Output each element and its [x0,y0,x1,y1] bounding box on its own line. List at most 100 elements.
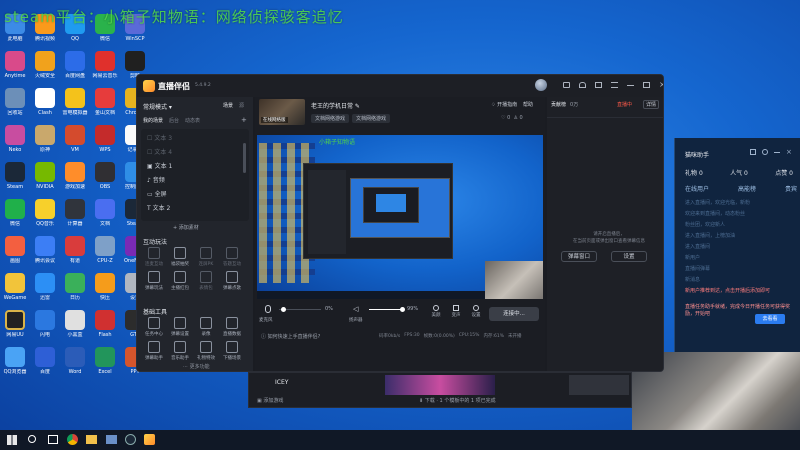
search-icon[interactable] [28,435,36,443]
subtab-my-scenes[interactable]: 我的场景 [143,117,163,124]
desktop-icon[interactable]: 日历 [60,273,90,309]
settings-button[interactable]: 设置 [469,303,483,318]
scene-item[interactable]: ♪ 音频 [147,175,165,184]
tips-ticker[interactable]: ⓘ 如何快速上手直播伴侣? [261,333,320,340]
interact-item[interactable]: 弹幕玩法 [143,271,165,291]
close-icon[interactable]: × [786,149,792,156]
interact-item[interactable]: 连屏PK [195,247,217,267]
tool-item[interactable]: 礼物特效 [195,341,217,361]
speaker-slider[interactable] [369,307,405,312]
interact-item[interactable]: 弹幕点歌 [221,271,243,291]
scene-item[interactable]: ☐ 文本 3 [147,133,172,142]
interact-item[interactable]: 表情包 [195,271,217,291]
desktop-icon[interactable]: QQ浏览器 [0,347,30,383]
help-link[interactable]: 帮助 [523,101,533,108]
start-live-button[interactable]: 连接中... [489,307,539,321]
desktop-icon[interactable]: QQ音乐 [30,199,60,235]
desktop-icon[interactable]: 百度 [30,347,60,383]
mode-selector[interactable]: 常规模式 ▾ [143,102,172,111]
game-cover[interactable] [385,375,495,395]
more-features-link[interactable]: ⋯ 更多功能 [183,363,210,370]
minimize-icon[interactable] [774,152,780,153]
desktop-icon[interactable]: 雷电模拟器 [60,88,90,124]
desktop-icon[interactable]: Steam [0,162,30,198]
store-icon[interactable] [106,435,117,444]
interact-item[interactable]: 答题互动 [221,247,243,267]
message-icon[interactable] [563,82,570,88]
desktop-icon[interactable]: 快压 [90,273,120,309]
minimize-icon[interactable] [627,82,634,86]
desktop-icon[interactable]: 网易云音乐 [90,51,120,87]
desktop-icon[interactable]: 金山文档 [90,88,120,124]
desktop-icon[interactable]: Clash [30,88,60,124]
voice-change-button[interactable]: 变声 [449,303,463,318]
skin-icon[interactable] [595,82,602,88]
add-material-button[interactable]: + 添加素材 [173,224,199,231]
interact-item[interactable]: 连麦互动 [143,247,165,267]
start-icon[interactable] [7,435,17,445]
danmaku-settings-button[interactable]: 设置 [611,251,647,262]
scene-item[interactable]: ▭ 全屏 [147,189,167,198]
maximize-icon[interactable] [643,82,650,88]
desktop-icon[interactable]: 游戏加速 [60,162,90,198]
subtab-background[interactable]: 后台 [169,117,179,124]
desktop-icon[interactable]: Word [60,347,90,383]
desktop-icon[interactable]: OBS [90,162,120,198]
tab-online-users[interactable]: 在线用户 [685,184,709,193]
tab-sources[interactable]: 源 [239,102,244,109]
tool-item[interactable]: 直播数据 [221,317,243,337]
desktop-icon[interactable]: Anytime [0,51,30,87]
explorer-icon[interactable] [86,435,97,444]
task-view-icon[interactable] [48,435,58,444]
microphone-icon[interactable] [265,305,271,313]
preview-canvas[interactable]: 小箱子知物语 [257,135,543,299]
desktop-icon[interactable]: 原神 [30,125,60,161]
go-see-button[interactable]: 去看看 [755,314,785,324]
desktop-icon[interactable]: 闪电 [30,310,60,346]
stream-title[interactable]: 老王的学机日常 ✎ [311,101,360,110]
interact-item[interactable]: 主播红包 [169,271,191,291]
tool-item[interactable]: 弹幕设置 [169,317,191,337]
settings-icon[interactable] [762,149,768,155]
scene-scrollbar[interactable] [243,143,246,173]
mic-slider[interactable] [279,307,321,312]
game-thumb-right[interactable] [569,375,629,395]
desktop-icon[interactable]: 百度网盘 [60,51,90,87]
desktop-icon[interactable]: NVIDIA [30,162,60,198]
add-game-link[interactable]: ▣ 添加游戏 [257,397,283,404]
subtab-dynamic[interactable]: 动态表 [185,117,200,124]
scene-item[interactable]: ▣ 文本 1 [147,161,172,170]
desktop-icon[interactable]: 微信 [0,199,30,235]
tab-scenes[interactable]: 场景 [223,102,233,109]
tab-vip[interactable]: 贵宾 [785,184,797,193]
desktop-icon[interactable]: 文档 [90,199,120,235]
tool-item[interactable]: 弹幕助手 [143,341,165,361]
speaker-icon[interactable]: ◁ [353,305,358,313]
live-guide-link[interactable]: ♢ 开播指南 [491,101,517,108]
desktop-icon[interactable]: 有道 [60,236,90,272]
chrome-icon[interactable] [67,434,78,445]
desktop-icon[interactable]: WeGame [0,273,30,309]
desktop-icon[interactable]: WPS [90,125,120,161]
user-avatar[interactable] [535,79,547,91]
interact-item[interactable]: 福袋抽奖 [169,247,191,267]
danmaku-window-button[interactable]: 弹幕窗口 [561,251,597,262]
desktop-icon[interactable]: VM [60,125,90,161]
desktop-icon[interactable]: Neko [0,125,30,161]
scene-item[interactable]: ☐ 文本 4 [147,147,172,156]
desktop-icon[interactable]: 火绒安全 [30,51,60,87]
tool-item[interactable]: 音乐助手 [169,341,191,361]
desktop-icon[interactable]: Flash [90,310,120,346]
menu-icon[interactable] [611,82,618,88]
desktop-icon[interactable]: 回收站 [0,88,30,124]
desktop-icon[interactable]: Excel [90,347,120,383]
stream-thumbnail[interactable]: 在线网络版 [259,99,305,125]
close-icon[interactable]: × [659,81,663,89]
desktop-icon[interactable]: 迅雷 [30,273,60,309]
scene-item[interactable]: T 文本 2 [147,203,170,212]
desktop-icon[interactable]: 小黑盒 [60,310,90,346]
pin-icon[interactable] [750,149,756,155]
tool-item[interactable]: 任务中心 [143,317,165,337]
desktop-icon[interactable]: 网易UU [0,310,30,346]
game-label[interactable]: ICEY [275,379,288,386]
